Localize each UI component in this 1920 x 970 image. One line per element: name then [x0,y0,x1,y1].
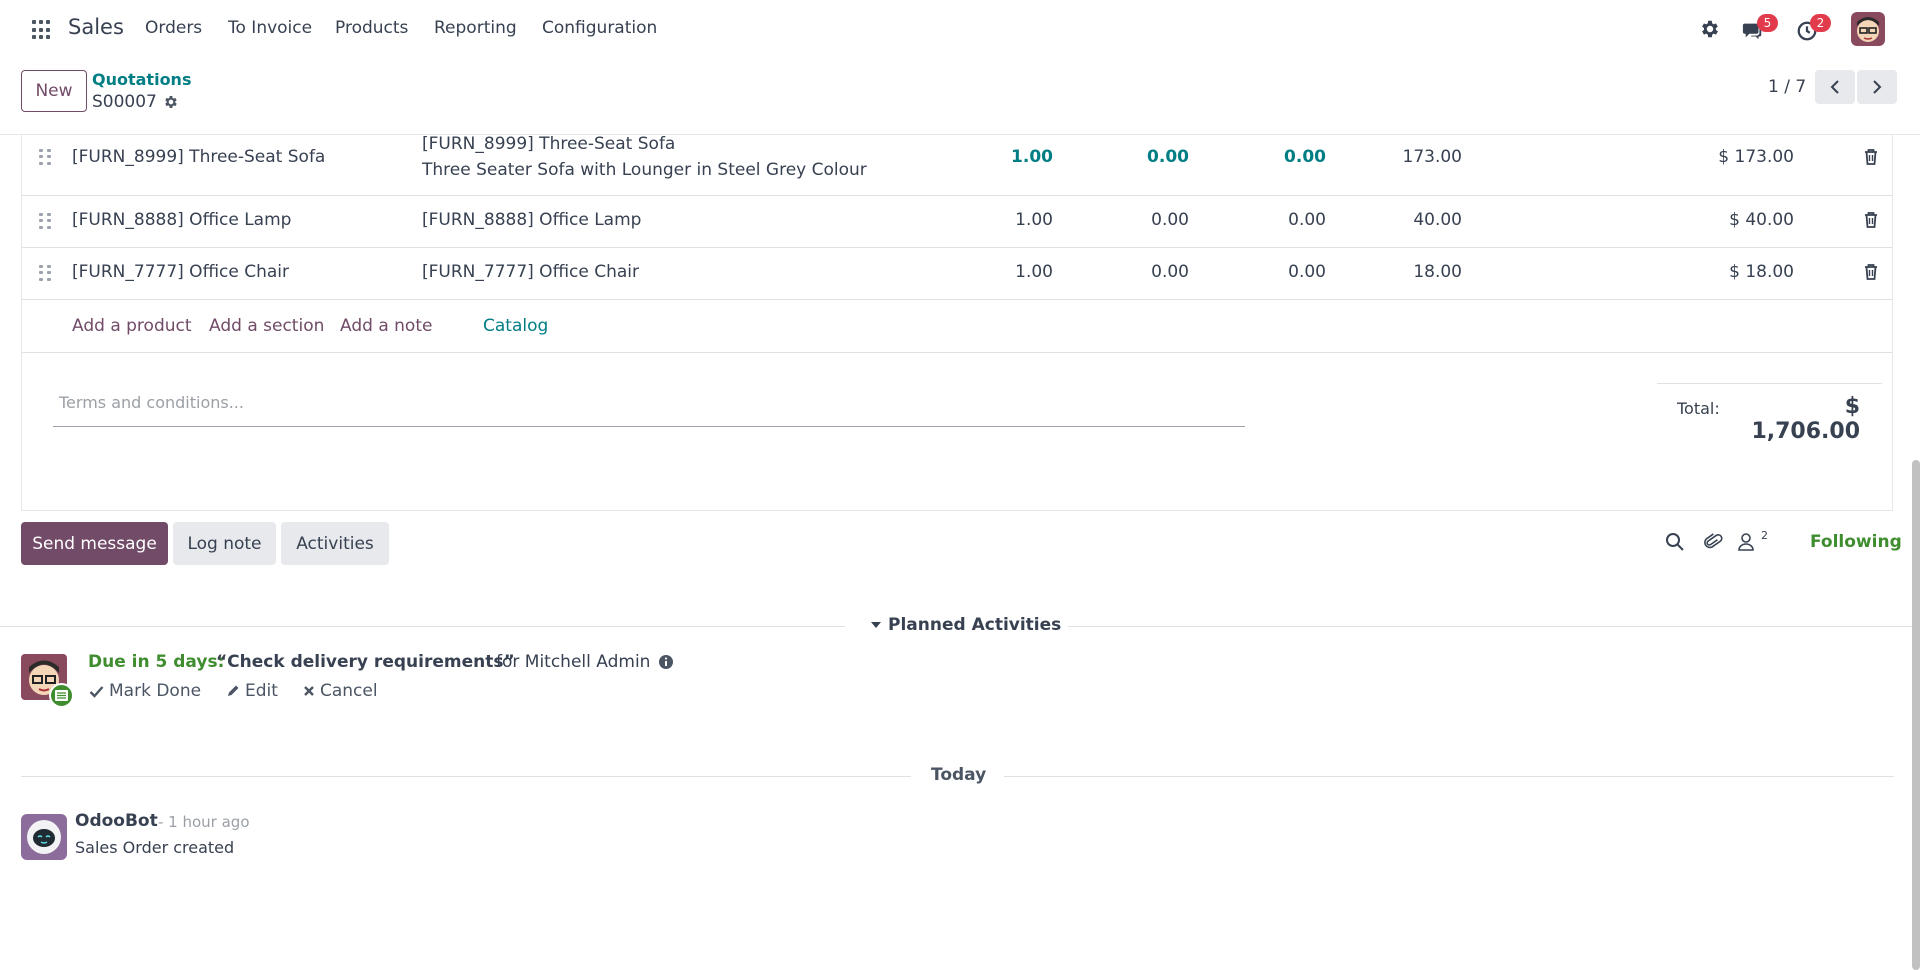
following-button[interactable]: Following [1810,532,1902,552]
send-message-button[interactable]: Send message [21,522,168,565]
line-description[interactable]: [FURN_8999] Three-Seat Sofa [422,134,675,154]
line-description[interactable]: [FURN_7777] Office Chair [422,262,639,282]
line-subtotal: $ 173.00 [1718,147,1794,167]
check-icon [89,685,104,698]
cancel-label: Cancel [320,681,378,701]
line-product[interactable]: [FURN_8888] Office Lamp [72,210,291,230]
record-name: S00007 [92,92,157,112]
line-unit-price[interactable]: 173.00 [1371,147,1462,167]
drag-handle-icon[interactable] [39,213,51,229]
planned-activities-toggle[interactable]: Planned Activities [870,615,1061,635]
divider [21,776,911,777]
search-icon[interactable] [1665,532,1687,554]
record-actions-gear-icon[interactable] [163,94,181,112]
caret-down-icon [871,622,881,628]
edit-activity-button[interactable]: Edit [226,681,278,701]
table-row[interactable]: [FURN_8888] Office Lamp [FURN_8888] Offi… [22,196,1892,248]
line-unit-price[interactable]: 18.00 [1371,262,1462,282]
followers-user-icon[interactable] [1737,532,1759,554]
delete-trash-icon[interactable] [1864,148,1880,166]
top-navbar: Sales Orders To Invoice Products Reporti… [0,0,1920,58]
table-row[interactable]: [FURN_8999] Three-Seat Sofa [FURN_8999] … [22,134,1892,196]
drag-handle-icon[interactable] [39,149,51,165]
menu-products[interactable]: Products [335,18,408,38]
apps-menu-icon[interactable] [32,20,52,40]
chevron-right-icon [1873,80,1882,94]
message-time: - 1 hour ago [158,813,250,831]
activity-summary: “Check delivery requirements” [216,652,515,672]
scrollbar[interactable] [1912,460,1920,970]
date-separator-today: Today [931,765,987,785]
line-quantity[interactable]: 1.00 [962,210,1053,230]
menu-configuration[interactable]: Configuration [542,18,657,38]
divider [0,626,845,627]
terms-conditions-field[interactable]: Terms and conditions... [53,383,1245,427]
delete-trash-icon[interactable] [1864,263,1880,281]
chevron-left-icon [1830,80,1839,94]
activity-type-icon [49,683,74,708]
divider [1068,626,1920,627]
mark-done-button[interactable]: Mark Done [89,681,201,701]
menu-reporting[interactable]: Reporting [434,18,517,38]
add-product-link[interactable]: Add a product [72,316,192,336]
line-quantity[interactable]: 1.00 [962,147,1053,167]
line-unit-price[interactable]: 40.00 [1371,210,1462,230]
line-delivered[interactable]: 0.00 [1098,147,1189,167]
cancel-activity-button[interactable]: Cancel [303,681,378,701]
add-section-link[interactable]: Add a section [209,316,324,336]
log-note-button[interactable]: Log note [173,522,276,565]
divider [1004,776,1894,777]
message-body: Sales Order created [75,838,235,857]
activities-badge: 2 [1810,14,1831,32]
activity-due: Due in 5 days: [88,652,225,672]
line-invoiced[interactable]: 0.00 [1235,147,1326,167]
line-subtotal: $ 40.00 [1729,210,1794,230]
total-label: Total: [1677,399,1720,418]
pager-value[interactable]: 1 / 7 [1768,77,1806,97]
drag-handle-icon[interactable] [39,265,51,281]
activity-assignee: for Mitchell Admin [496,652,651,672]
line-delivered[interactable]: 0.00 [1098,262,1189,282]
info-icon[interactable] [658,654,675,671]
total-amount: $ 1,706.00 [1751,394,1860,444]
line-product[interactable]: [FURN_7777] Office Chair [72,262,289,282]
catalog-link[interactable]: Catalog [483,316,548,336]
line-delivered[interactable]: 0.00 [1098,210,1189,230]
line-invoiced[interactable]: 0.00 [1235,210,1326,230]
pager-previous-button[interactable] [1815,70,1855,104]
planned-activities-title: Planned Activities [888,615,1062,635]
line-quantity[interactable]: 1.00 [962,262,1053,282]
messages-badge: 5 [1757,14,1778,32]
menu-orders[interactable]: Orders [145,18,202,38]
mark-done-label: Mark Done [109,681,202,701]
attachment-paperclip-icon[interactable] [1703,532,1725,554]
edit-label: Edit [245,681,278,701]
table-row[interactable]: [FURN_7777] Office Chair [FURN_7777] Off… [22,248,1892,300]
line-product[interactable]: [FURN_8999] Three-Seat Sofa [72,147,325,167]
activities-button[interactable]: Activities [281,522,389,565]
control-panel: New Quotations S00007 1 / 7 [0,58,1920,135]
line-invoiced[interactable]: 0.00 [1235,262,1326,282]
total-divider [1657,383,1882,384]
menu-to-invoice[interactable]: To Invoice [228,18,312,38]
line-subtotal: $ 18.00 [1729,262,1794,282]
user-avatar[interactable] [1851,12,1885,46]
message-author[interactable]: OdooBot [75,811,158,831]
pager-next-button[interactable] [1857,70,1897,104]
pencil-icon [228,685,239,696]
order-lines-panel: [FURN_8999] Three-Seat Sofa [FURN_8999] … [21,134,1893,511]
add-note-link[interactable]: Add a note [340,316,432,336]
app-name[interactable]: Sales [68,15,124,39]
close-icon [304,686,314,696]
followers-count: 2 [1761,529,1768,542]
settings-gear-icon[interactable] [1699,16,1725,42]
line-description-detail[interactable]: Three Seater Sofa with Lounger in Steel … [422,160,867,180]
new-button[interactable]: New [21,70,87,112]
odoobot-avatar [21,814,67,860]
breadcrumb-quotations[interactable]: Quotations [92,70,191,89]
delete-trash-icon[interactable] [1864,211,1880,229]
line-description[interactable]: [FURN_8888] Office Lamp [422,210,641,230]
